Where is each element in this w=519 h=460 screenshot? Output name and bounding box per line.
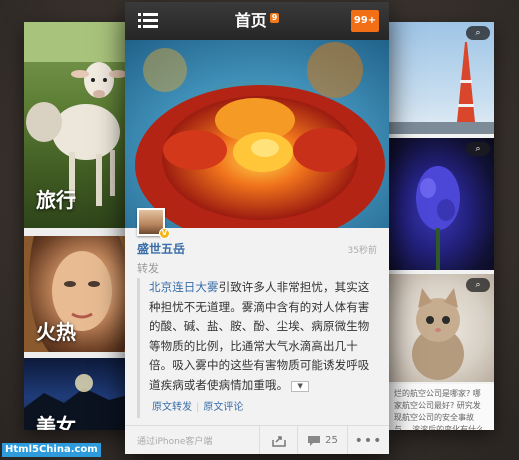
top-navigation-bar: 首页 9 99+: [125, 2, 389, 40]
title-count-badge: 9: [269, 13, 280, 23]
marigold-flower-image: [125, 40, 389, 228]
comment-icon: [308, 435, 321, 446]
client-source-text: 通过iPhone客户端: [137, 437, 213, 447]
expand-arrow-icon[interactable]: ▼: [291, 380, 310, 392]
blue-flower-image: [416, 166, 460, 270]
tile-label-hot: 火热: [36, 320, 76, 344]
original-repost-link[interactable]: 原文转发: [152, 402, 192, 413]
zoom-icon[interactable]: ⌕: [466, 142, 490, 156]
post-author-name[interactable]: 盛世五岳: [137, 240, 185, 257]
site-watermark: Html5China.com: [2, 443, 101, 457]
repost-label: 转发: [137, 262, 159, 275]
page-title[interactable]: 首页 9: [235, 2, 280, 40]
comment-button[interactable]: 25: [297, 426, 347, 454]
weibo-home-screen: 首页 9 99+ V 盛世五岳 35秒前 转发 北京连日大雾引致许多人非常担忧，…: [125, 2, 389, 454]
right-photo-card: ⌕ ⌕ ⌕ 烂的航空公司是哪家? 哪家航空公司最好? 研究发现航空公司的安全事故…: [388, 22, 494, 430]
post-image[interactable]: [125, 40, 389, 228]
quoted-actions: 原文转发 | 原文评论: [152, 402, 244, 413]
photo-tile-flower[interactable]: ⌕: [388, 138, 494, 270]
post-timestamp: 35秒前: [347, 246, 377, 256]
quoted-post-text: 北京连日大雾引致许多人非常担忧，其实这种担忧不无道理。雾滴中含有的对人体有害的酸…: [149, 278, 377, 395]
share-button[interactable]: [259, 426, 297, 454]
quoted-post[interactable]: 北京连日大雾引致许多人非常担忧，其实这种担忧不无道理。雾滴中含有的对人体有害的酸…: [137, 278, 377, 418]
tile-label-beauty: 美女: [36, 414, 76, 430]
right-snippet-text: 烂的航空公司是哪家? 哪家航空公司最好? 研究发现航空公司的安全事故与... 滚…: [388, 384, 494, 430]
quoted-mention-link[interactable]: 北京连日大雾: [149, 280, 219, 294]
photo-tile-tower[interactable]: ⌕: [388, 22, 494, 134]
page-title-text: 首页: [234, 11, 267, 30]
zoom-icon[interactable]: ⌕: [466, 26, 490, 40]
photo-tile-cat[interactable]: ⌕: [388, 274, 494, 382]
hamburger-menu-icon[interactable]: [138, 13, 158, 29]
left-category-card: 旅行 火热 美女: [24, 22, 132, 430]
more-dots-icon: •••: [354, 432, 383, 449]
category-tile-hot[interactable]: 火热: [24, 236, 132, 352]
comment-count: 25: [325, 435, 338, 446]
zoom-icon[interactable]: ⌕: [466, 278, 490, 292]
category-tile-travel[interactable]: 旅行: [24, 22, 132, 228]
quoted-body: 引致许多人非常担忧，其实这种担忧不无道理。雾滴中含有的对人体有害的酸、碱、盐、胺…: [149, 280, 370, 392]
share-icon: [271, 435, 286, 447]
category-tile-beauty[interactable]: 美女: [24, 358, 132, 430]
tile-label-travel: 旅行: [36, 188, 76, 212]
notification-count-button[interactable]: 99+: [351, 10, 379, 32]
more-options-button[interactable]: •••: [347, 426, 389, 454]
post-action-bar: 通过iPhone客户端 25 •••: [125, 425, 389, 454]
verified-badge-icon: V: [159, 228, 170, 239]
original-comment-link[interactable]: 原文评论: [203, 402, 243, 413]
